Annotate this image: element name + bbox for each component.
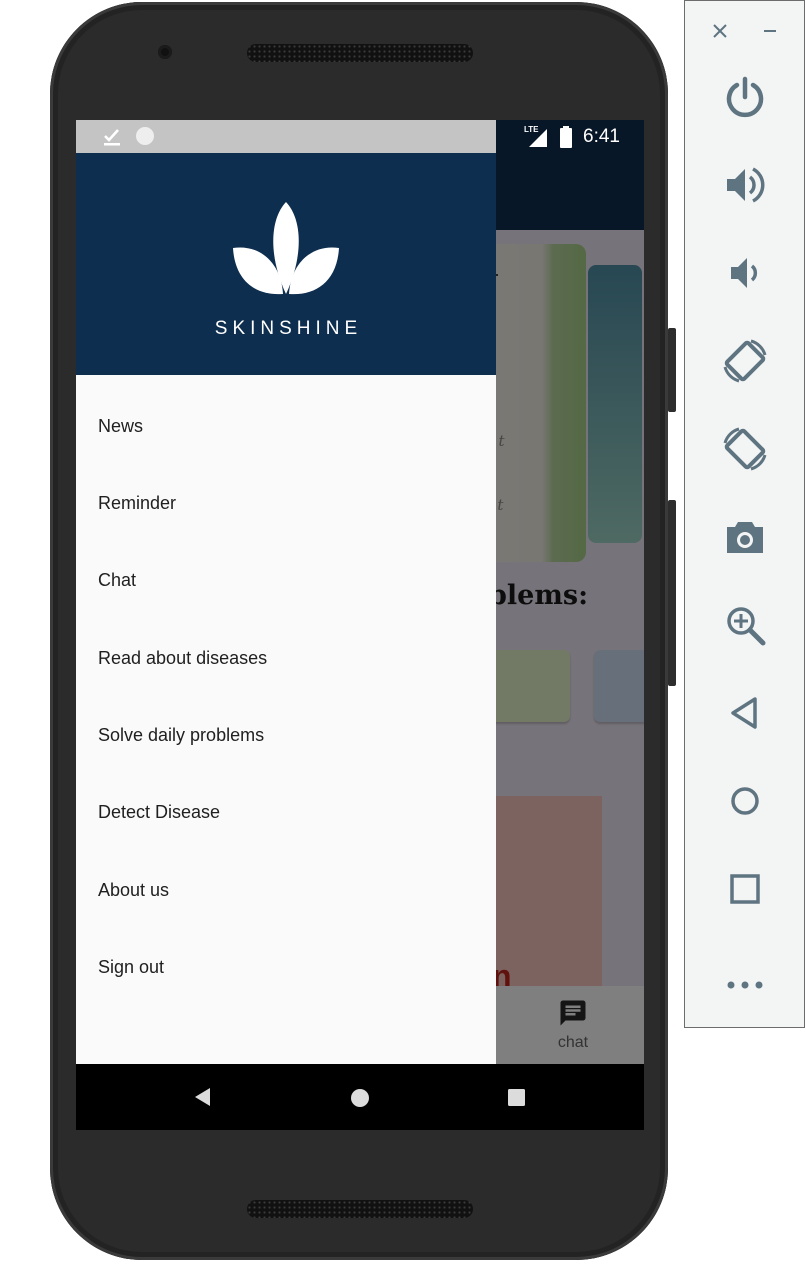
- volume-down-button[interactable]: [685, 243, 804, 303]
- signal-icon: [529, 129, 547, 147]
- home-icon: [730, 787, 759, 815]
- phone-power-key: [668, 328, 676, 412]
- rotate-left-button[interactable]: [685, 331, 804, 391]
- menu-item-about-us[interactable]: About us: [98, 880, 169, 901]
- menu-item-chat[interactable]: Chat: [98, 570, 136, 591]
- system-navigation-bar: [76, 1064, 644, 1130]
- top-speaker: [247, 44, 473, 62]
- brand-name: SKINSHINE: [214, 318, 363, 339]
- rotate-right-icon: [723, 427, 766, 471]
- more-icon: [727, 981, 762, 989]
- overview-button[interactable]: [685, 859, 804, 919]
- menu-item-reminder[interactable]: Reminder: [98, 493, 176, 514]
- camera-icon: [726, 522, 763, 553]
- download-done-icon: [104, 129, 120, 146]
- menu-item-solve-daily-problems[interactable]: Solve daily problems: [98, 725, 264, 746]
- volume-down-icon: [730, 258, 757, 288]
- power-button[interactable]: [685, 67, 804, 127]
- close-button[interactable]: [706, 17, 734, 45]
- volume-up-icon: [726, 167, 764, 203]
- back-icon: [730, 697, 757, 729]
- skinshine-logo-icon: [233, 202, 339, 295]
- bottom-speaker: [247, 1200, 473, 1218]
- minimize-button[interactable]: [756, 17, 784, 45]
- menu-item-sign-out[interactable]: Sign out: [98, 957, 164, 978]
- phone-volume-key: [668, 500, 676, 686]
- zoom-button[interactable]: [685, 595, 804, 655]
- back-nav-icon[interactable]: [193, 1087, 211, 1107]
- menu-item-read-about-diseases[interactable]: Read about diseases: [98, 648, 267, 669]
- notification-dot-icon: [136, 127, 154, 145]
- screenshot-button[interactable]: [685, 507, 804, 567]
- overview-nav-icon[interactable]: [508, 1089, 525, 1106]
- minimize-icon: [764, 30, 776, 32]
- battery-icon: [560, 126, 572, 148]
- rotate-left-icon: [723, 339, 766, 383]
- system-status-icons: LTE: [496, 120, 644, 153]
- volume-up-button[interactable]: [685, 155, 804, 215]
- more-button[interactable]: [685, 947, 804, 1007]
- navigation-drawer: SKINSHINE News Reminder Chat Read about …: [76, 120, 496, 1064]
- close-icon: [713, 24, 727, 38]
- drawer-status-bar: [76, 120, 496, 153]
- menu-item-news[interactable]: News: [98, 416, 143, 437]
- power-icon: [726, 76, 763, 118]
- back-button[interactable]: [685, 683, 804, 743]
- overview-icon: [729, 874, 760, 904]
- zoom-icon: [726, 607, 765, 646]
- emulator-toolbar: [684, 0, 805, 1028]
- front-camera: [158, 45, 172, 59]
- rotate-right-button[interactable]: [685, 419, 804, 479]
- status-time: 6:41: [583, 126, 620, 147]
- menu-item-detect-disease[interactable]: Detect Disease: [98, 802, 220, 823]
- drawer-header: SKINSHINE: [76, 153, 496, 375]
- device-screen: e d ent ust blems: n chat LTE 6:41: [76, 120, 644, 1130]
- home-nav-icon[interactable]: [350, 1088, 370, 1108]
- home-button[interactable]: [685, 771, 804, 831]
